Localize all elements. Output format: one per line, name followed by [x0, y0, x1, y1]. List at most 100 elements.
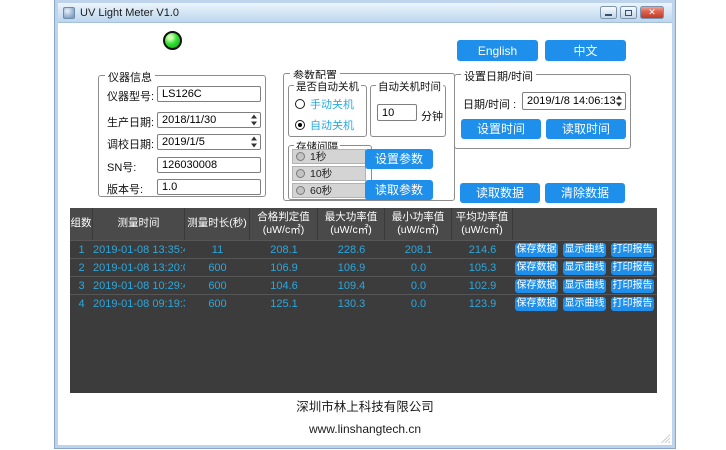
show-curve-button[interactable]: 显示曲线 [563, 297, 606, 311]
save-data-button[interactable]: 保存数据 [515, 297, 558, 311]
table-cell: 109.4 [318, 280, 385, 292]
version-label: 版本号: [107, 181, 143, 197]
interval-1s-radio[interactable]: 1秒 [292, 149, 366, 164]
sn-label: SN号: [107, 159, 136, 175]
print-report-button[interactable]: 打印报告 [611, 279, 654, 293]
table-cell: 208.1 [250, 244, 318, 256]
datetime-field[interactable]: 2019/1/8 14:06:13 [522, 92, 626, 110]
table-cell: 0.0 [385, 298, 452, 310]
table-cell: 0.0 [385, 280, 452, 292]
set-params-button[interactable]: 设置参数 [365, 149, 433, 169]
table-cell: 2019-01-08 13:20:04 [93, 262, 185, 274]
table-cell: 600 [185, 280, 250, 292]
table-header-cell: 平均功率值(uW/c㎡) [452, 208, 513, 240]
table-row[interactable]: 32019-01-08 10:29:40600104.6109.40.0102.… [70, 276, 657, 294]
spinner-up-icon[interactable] [251, 137, 257, 141]
device-info-title: 仪器信息 [105, 69, 155, 85]
off-time-field[interactable]: 10 [377, 104, 417, 121]
table-row[interactable]: 22019-01-08 13:20:04600106.9106.90.0105.… [70, 258, 657, 276]
interval-60s-radio[interactable]: 60秒 [292, 183, 366, 198]
footer-company: 深圳市林上科技有限公司 [58, 396, 672, 415]
table-cell: 0.0 [385, 262, 452, 274]
spinner-down-icon[interactable] [251, 144, 257, 148]
english-button[interactable]: English [457, 40, 538, 61]
close-button[interactable]: ✕ [640, 6, 664, 19]
table-row[interactable]: 42019-01-08 09:19:35600125.1130.30.0123.… [70, 294, 657, 312]
table-cell: 2 [70, 262, 93, 274]
spinner-down-icon[interactable] [616, 103, 622, 107]
table-cell: 105.3 [452, 262, 513, 274]
table-cell: 106.9 [318, 262, 385, 274]
table-cell: 214.6 [452, 244, 513, 256]
radio-unchecked-icon [295, 99, 305, 109]
table-cell: 2019-01-08 10:29:40 [93, 280, 185, 292]
read-data-button[interactable]: 读取数据 [460, 183, 540, 203]
table-cell: 104.6 [250, 280, 318, 292]
table-cell: 1 [70, 244, 93, 256]
print-report-button[interactable]: 打印报告 [611, 297, 654, 311]
manual-off-radio[interactable]: 手动关机 [295, 96, 354, 112]
table-cell: 208.1 [385, 244, 452, 256]
read-params-button[interactable]: 读取参数 [365, 180, 433, 200]
resize-grip-icon[interactable] [660, 433, 670, 443]
auto-off-title: 是否自动关机 [294, 79, 361, 94]
production-date-field[interactable]: 2018/11/30 [157, 112, 261, 128]
datetime-title: 设置日期/时间 [461, 68, 536, 84]
version-field[interactable]: 1.0 [157, 179, 261, 195]
chinese-button[interactable]: 中文 [545, 40, 626, 61]
minimize-button[interactable] [600, 6, 617, 19]
table-cell: 3 [70, 280, 93, 292]
table-cell: 106.9 [250, 262, 318, 274]
app-icon [63, 7, 75, 19]
interval-10s-radio[interactable]: 10秒 [292, 166, 366, 181]
model-field[interactable]: LS126C [157, 86, 261, 102]
read-time-button[interactable]: 读取时间 [546, 119, 626, 139]
radio-disabled-icon [296, 186, 305, 195]
show-curve-button[interactable]: 显示曲线 [563, 243, 606, 257]
save-data-button[interactable]: 保存数据 [515, 261, 558, 275]
table-header-cell: 最小功率值(uW/c㎡) [385, 208, 452, 240]
table-cell: 125.1 [250, 298, 318, 310]
table-cell: 228.6 [318, 244, 385, 256]
set-time-button[interactable]: 设置时间 [461, 119, 541, 139]
off-time-title: 自动关机时间 [376, 79, 443, 94]
off-time-unit: 分钟 [421, 108, 443, 124]
table-cell: 4 [70, 298, 93, 310]
table-row[interactable]: 12019-01-08 13:35:4711208.1228.6208.1214… [70, 240, 657, 258]
save-data-button[interactable]: 保存数据 [515, 279, 558, 293]
sn-field[interactable]: 126030008 [157, 157, 261, 173]
show-curve-button[interactable]: 显示曲线 [563, 261, 606, 275]
table-cell: 2019-01-08 09:19:35 [93, 298, 185, 310]
print-report-button[interactable]: 打印报告 [611, 243, 654, 257]
calibration-date-label: 调校日期: [107, 136, 154, 152]
table-cell: 600 [185, 262, 250, 274]
off-time-group: 自动关机时间 10 分钟 [370, 85, 446, 137]
table-header-cell: 组数 [70, 208, 93, 240]
radio-checked-icon [295, 120, 305, 130]
spinner-up-icon[interactable] [616, 96, 622, 100]
show-curve-button[interactable]: 显示曲线 [563, 279, 606, 293]
clear-data-button[interactable]: 清除数据 [545, 183, 625, 203]
model-label: 仪器型号: [107, 88, 154, 104]
maximize-button[interactable] [620, 6, 637, 19]
table-cell: 102.9 [452, 280, 513, 292]
table-header-cell: 最大功率值(uW/c㎡) [318, 208, 385, 240]
maximize-icon [625, 10, 632, 16]
minimize-icon [605, 14, 612, 16]
auto-off-group: 是否自动关机 手动关机 自动关机 [288, 85, 367, 137]
titlebar[interactable]: UV Light Meter V1.0 ✕ [58, 3, 672, 23]
table-cell: 2019-01-08 13:35:47 [93, 244, 185, 256]
print-report-button[interactable]: 打印报告 [611, 261, 654, 275]
save-data-button[interactable]: 保存数据 [515, 243, 558, 257]
production-date-label: 生产日期: [107, 114, 154, 130]
spinner-up-icon[interactable] [251, 115, 257, 119]
table-header-cell [513, 208, 657, 240]
table-header-cell: 合格判定值(uW/c㎡) [250, 208, 318, 240]
footer-website: www.linshangtech.cn [58, 422, 672, 436]
auto-off-radio[interactable]: 自动关机 [295, 117, 354, 133]
datetime-group: 设置日期/时间 日期/时间 : 2019/1/8 14:06:13 设置时间 读… [454, 74, 631, 149]
radio-disabled-icon [296, 152, 305, 161]
spinner-down-icon[interactable] [251, 122, 257, 126]
calibration-date-field[interactable]: 2019/1/5 [157, 134, 261, 150]
window-title: UV Light Meter V1.0 [80, 7, 179, 19]
